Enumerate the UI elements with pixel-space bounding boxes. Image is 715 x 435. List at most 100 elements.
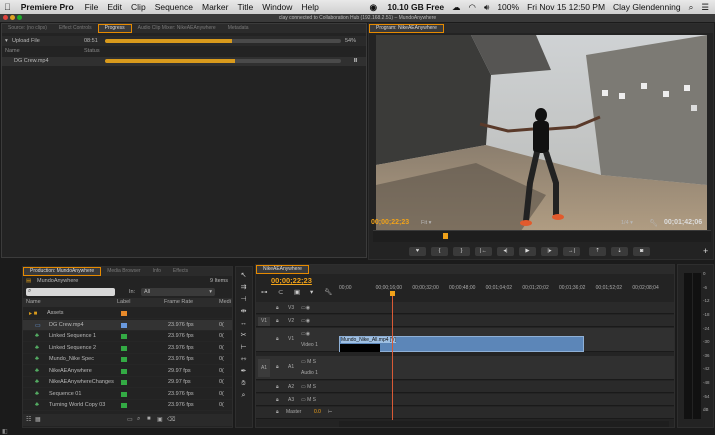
source-patch-a1[interactable]: A1	[258, 359, 270, 377]
add-marker-button[interactable]: ♥	[409, 247, 426, 256]
project-item-row[interactable]: ♣ Turning World Copy 03 23.976 fps 0(	[23, 400, 232, 411]
label-swatch[interactable]	[121, 403, 127, 408]
mute-solo-icons[interactable]: ▭ M S	[301, 359, 316, 365]
slip-tool-icon[interactable]: ⊢	[239, 343, 248, 352]
step-back-button[interactable]: ◂|	[497, 247, 514, 256]
selection-tool-icon[interactable]: ↖	[239, 271, 248, 280]
status-icon[interactable]: ◧	[2, 428, 8, 435]
program-timecode[interactable]: 00;00;22;23	[371, 219, 409, 226]
lock-icon[interactable]: 🔒︎	[276, 409, 279, 415]
label-swatch[interactable]	[121, 311, 127, 316]
expand-triangle-icon[interactable]: ▾	[5, 38, 8, 44]
apple-menu-icon[interactable]: 	[4, 2, 11, 12]
tab-effects[interactable]: Effects	[167, 267, 194, 276]
fit-dropdown[interactable]: Fit ▾	[421, 220, 431, 226]
trash-icon[interactable]: ⌫	[167, 416, 175, 423]
tab-metadata[interactable]: Metadata	[222, 24, 255, 33]
wrench-icon[interactable]: 🔧︎	[324, 288, 332, 296]
go-to-end-icon[interactable]: ⊢	[328, 409, 332, 415]
toggle-output-icon[interactable]: ▭◉	[301, 305, 310, 311]
zoom-window-button[interactable]	[17, 15, 22, 20]
user-menu[interactable]: Clay Glendenning	[613, 2, 681, 12]
timeline-clip[interactable]: Mundo_Nike_All.mp4 [V]	[339, 336, 584, 352]
lock-icon[interactable]: 🔒︎	[276, 336, 279, 342]
step-forward-button[interactable]: |▸	[541, 247, 558, 256]
toggle-output-icon[interactable]: ▭◉	[301, 331, 310, 337]
in-filter-dropdown[interactable]: All ▾	[141, 288, 215, 296]
hand-tool-icon[interactable]: ✋︎	[239, 379, 248, 388]
timeline-ruler[interactable]: 00;00 00;00;16;00 00;00;32;00 00;00;48;00 00…	[339, 284, 669, 298]
mark-out-button[interactable]: }	[453, 247, 470, 256]
volume-icon[interactable]: 🔊︎	[484, 2, 489, 13]
tab-media-browser[interactable]: Media Browser	[101, 267, 146, 276]
project-item-row[interactable]: ♣ NikeAEAnywhereChanges 29.97 fps 0(	[23, 377, 232, 388]
menu-clip[interactable]: Clip	[131, 2, 146, 12]
resolution-dropdown[interactable]: 1/4 ▾	[621, 220, 633, 226]
pause-button[interactable]: II	[354, 58, 357, 64]
folder-icon[interactable]: ■	[147, 416, 151, 422]
timeline-scrollbar[interactable]	[339, 421, 669, 427]
column-media[interactable]: Medi	[219, 298, 231, 307]
clock[interactable]: Fri Nov 15 12:50 PM	[527, 2, 605, 12]
pen-tool-icon[interactable]: ✒	[239, 367, 248, 376]
rolling-edit-tool-icon[interactable]: ⇹	[239, 307, 248, 316]
project-item-row[interactable]: ♣ Mundo_Nike Spec 23.976 fps 0(	[23, 354, 232, 365]
project-item-row[interactable]: ▭ DG Crew.mp4 23.976 fps 0(	[23, 319, 232, 331]
program-playhead[interactable]	[443, 233, 448, 239]
play-button[interactable]: ▶	[519, 247, 536, 256]
slide-tool-icon[interactable]: ⇿	[239, 355, 248, 364]
tab-sequence[interactable]: NikeAEAnywhere	[256, 265, 309, 274]
razor-tool-icon[interactable]: ✂	[239, 331, 248, 340]
menu-help[interactable]: Help	[301, 2, 318, 12]
minimize-window-button[interactable]	[10, 15, 15, 20]
source-patch-v1[interactable]: V1	[258, 317, 270, 326]
bin-row[interactable]: ▸ ■ Assets	[23, 308, 232, 319]
menu-marker[interactable]: Marker	[202, 2, 228, 12]
lock-icon[interactable]: 🔒︎	[276, 305, 279, 311]
column-frame-rate[interactable]: Frame Rate	[164, 298, 193, 307]
lift-button[interactable]: ⇡	[589, 247, 606, 256]
timeline-timecode[interactable]: 00;00;22;23	[271, 276, 312, 285]
project-search-input[interactable]: ⌕	[26, 288, 115, 296]
project-item-row[interactable]: ♣ Sequence 01 23.976 fps 0(	[23, 389, 232, 400]
track-select-tool-icon[interactable]: ⇉	[239, 283, 248, 292]
label-swatch[interactable]	[121, 322, 127, 328]
tab-info[interactable]: Info	[147, 267, 167, 276]
battery-status[interactable]: 100%	[497, 2, 519, 12]
menu-edit[interactable]: Edit	[107, 2, 122, 12]
go-to-in-button[interactable]: |←	[475, 247, 492, 256]
disk-status[interactable]: ◉ 10.10 GB Free	[370, 2, 444, 13]
nest-icon[interactable]: ▣	[294, 288, 300, 296]
cloud-icon[interactable]: ☁	[452, 2, 461, 13]
tab-effect-controls[interactable]: Effect Controls	[53, 24, 98, 33]
list-icon[interactable]: ☰	[701, 2, 709, 13]
wifi-icon[interactable]: ◠	[469, 2, 476, 13]
project-item-row[interactable]: ♣ NikeAEAnywhere 29.97 fps 0(	[23, 366, 232, 377]
menu-file[interactable]: File	[85, 2, 99, 12]
mute-solo-icons[interactable]: ▭ M S	[301, 384, 316, 390]
lock-icon[interactable]: 🔒︎	[276, 384, 279, 390]
lock-icon[interactable]: 🔒︎	[276, 364, 279, 370]
label-swatch[interactable]	[121, 380, 127, 385]
snap-icon[interactable]: ⊶	[261, 288, 268, 296]
icon-view-icon[interactable]: ▦	[35, 416, 41, 423]
label-swatch[interactable]	[121, 391, 127, 397]
zoom-tool-icon[interactable]: ⌕	[239, 391, 248, 400]
video-frame[interactable]	[376, 35, 707, 238]
extract-button[interactable]: ⇣	[611, 247, 628, 256]
label-swatch[interactable]	[121, 368, 127, 374]
find-icon[interactable]: ⌕	[137, 416, 140, 423]
mark-in-button[interactable]: {	[431, 247, 448, 256]
lock-icon[interactable]: 🔒︎	[276, 318, 279, 324]
progress-item-row[interactable]: DG Crew.mp4 II	[2, 57, 366, 66]
label-swatch[interactable]	[121, 357, 127, 362]
new-bin-icon[interactable]: ▭	[127, 416, 133, 423]
label-swatch[interactable]	[121, 334, 127, 339]
project-item-row[interactable]: ♣ Linked Sequence 2 23.976 fps 0(	[23, 343, 232, 354]
menu-sequence[interactable]: Sequence	[155, 2, 193, 12]
wrench-icon[interactable]: 🔧︎	[649, 219, 658, 227]
toggle-output-icon[interactable]: ▭◉	[301, 318, 310, 324]
lock-icon[interactable]: 🔒︎	[276, 397, 279, 403]
add-button[interactable]: +	[703, 246, 708, 256]
search-icon[interactable]: ⌕	[689, 2, 694, 13]
